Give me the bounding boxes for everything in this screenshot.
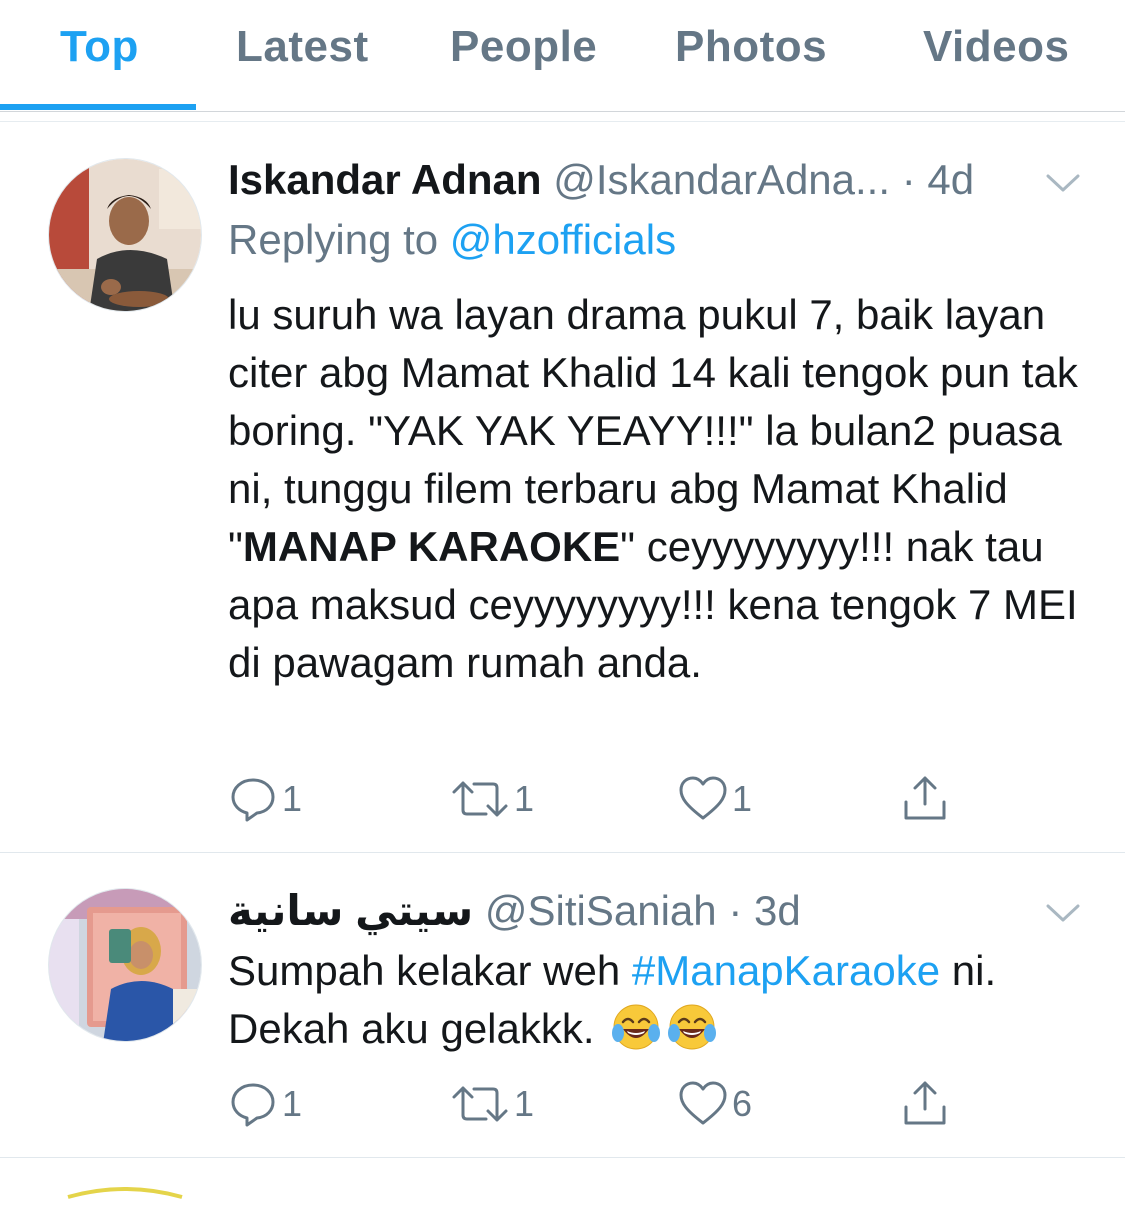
like-count: 6 xyxy=(732,1083,753,1124)
profile-photo-woman-mirror-selfie-icon xyxy=(49,889,201,1041)
active-tab-indicator xyxy=(0,104,196,110)
tweet-text-part: Sumpah kelakar weh xyxy=(228,947,632,994)
tweet-sitisaniah[interactable]: سيتي سانية @SitiSaniah · 3d Sumpah kelak… xyxy=(0,853,1125,1158)
tweet-divider xyxy=(0,1157,1125,1158)
retweet-icon xyxy=(452,1086,508,1122)
avatar-partial-icon xyxy=(67,1187,183,1199)
chevron-down-icon[interactable] xyxy=(1046,903,1080,923)
reply-count: 1 xyxy=(282,778,303,819)
heart-icon xyxy=(679,1081,727,1125)
tab-people[interactable]: People xyxy=(450,22,597,72)
retweet-count: 1 xyxy=(514,778,535,819)
reply-icon xyxy=(231,1083,275,1127)
tweet-header: Iskandar Adnan @IskandarAdna... · 4d xyxy=(228,156,974,204)
tab-photos[interactable]: Photos xyxy=(675,22,827,72)
display-name[interactable]: Iskandar Adnan xyxy=(228,156,542,203)
reply-count: 1 xyxy=(282,1083,303,1124)
tweet-text: lu suruh wa layan drama pukul 7, baik la… xyxy=(228,286,1098,692)
avatar[interactable] xyxy=(48,158,202,312)
face-with-tears-of-joy-icon xyxy=(668,1004,717,1050)
share-button[interactable] xyxy=(900,771,950,827)
tab-latest[interactable]: Latest xyxy=(236,22,369,72)
retweet-count: 1 xyxy=(514,1083,535,1124)
share-button[interactable] xyxy=(900,1076,950,1132)
tweet-iskandar[interactable]: Iskandar Adnan @IskandarAdna... · 4d Rep… xyxy=(0,123,1125,853)
tabs-separator xyxy=(0,112,1125,122)
next-tweet-preview xyxy=(0,1159,1125,1199)
retweet-icon xyxy=(452,781,508,817)
reply-button[interactable]: 1 xyxy=(228,771,302,827)
replying-to: Replying to @hzofficials xyxy=(228,216,676,264)
reply-button[interactable]: 1 xyxy=(228,1076,302,1132)
retweet-button[interactable]: 1 xyxy=(450,771,534,827)
search-tabs: Top Latest People Photos Videos xyxy=(0,0,1125,112)
tab-top[interactable]: Top xyxy=(60,22,139,72)
timestamp: · 4d xyxy=(901,156,975,203)
tweet-header: سيتي سانية @SitiSaniah · 3d xyxy=(228,886,801,935)
replying-to-handle[interactable]: @hzofficials xyxy=(450,216,676,263)
tweet-text-bold: MANAP KARAOKE xyxy=(242,523,621,570)
share-icon xyxy=(904,1081,946,1125)
tweet-actions: 1 1 6 xyxy=(228,1076,988,1132)
reply-icon xyxy=(231,778,275,822)
share-icon xyxy=(904,776,946,820)
chevron-down-icon[interactable] xyxy=(1046,173,1080,193)
tweet-actions: 1 1 1 xyxy=(228,771,988,827)
heart-icon xyxy=(679,776,727,820)
like-button[interactable]: 6 xyxy=(678,1076,752,1132)
tweet-text: Sumpah kelakar weh #ManapKaraoke ni. Dek… xyxy=(228,942,1098,1058)
profile-photo-man-icon xyxy=(49,159,201,311)
timestamp: · 3d xyxy=(728,887,801,934)
user-handle[interactable]: @SitiSaniah xyxy=(485,887,717,934)
face-with-tears-of-joy-icon xyxy=(612,1004,661,1050)
hashtag-link[interactable]: #ManapKaraoke xyxy=(632,947,940,994)
replying-to-label: Replying to xyxy=(228,216,450,263)
display-name[interactable]: سيتي سانية xyxy=(228,887,473,934)
retweet-button[interactable]: 1 xyxy=(450,1076,534,1132)
like-button[interactable]: 1 xyxy=(678,771,752,827)
avatar[interactable] xyxy=(48,888,202,1042)
tab-videos[interactable]: Videos xyxy=(923,22,1069,72)
user-handle[interactable]: @IskandarAdna... xyxy=(553,156,890,203)
like-count: 1 xyxy=(732,778,753,819)
